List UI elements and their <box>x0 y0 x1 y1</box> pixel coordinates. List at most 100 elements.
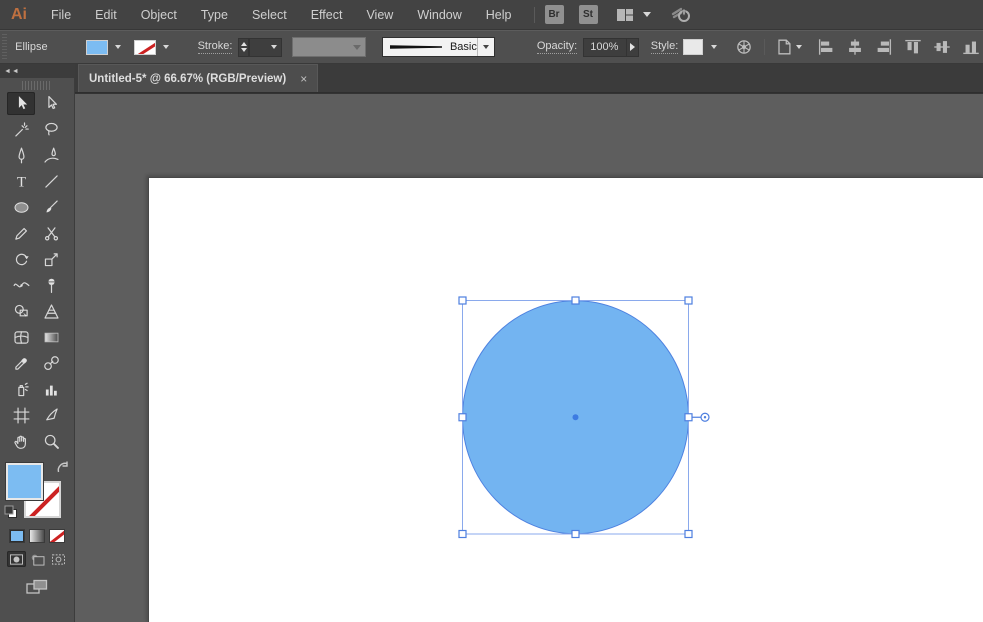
fill-color-swatch[interactable] <box>85 39 108 55</box>
stock-photos-button[interactable]: St <box>578 5 598 24</box>
default-fill-stroke-icon[interactable] <box>4 505 18 519</box>
recolor-artwork-button[interactable] <box>735 38 753 56</box>
stepper-up-icon[interactable] <box>240 42 247 46</box>
none-mode-button[interactable] <box>49 529 65 543</box>
hand-tool[interactable] <box>7 430 35 453</box>
scale-tool[interactable] <box>37 248 65 271</box>
gradient-mode-button[interactable] <box>29 529 45 543</box>
ellipse-tool[interactable] <box>7 196 35 219</box>
menu-item-file[interactable]: File <box>39 8 83 22</box>
eyedropper-tool[interactable] <box>7 352 35 375</box>
opacity-input[interactable]: 100% <box>583 37 628 57</box>
zoom-tool[interactable] <box>37 430 65 453</box>
align-right-button[interactable] <box>872 35 896 59</box>
rotate-tool[interactable] <box>7 248 35 271</box>
stroke-width-chevron-icon[interactable] <box>270 45 277 49</box>
menu-item-effect[interactable]: Effect <box>299 8 355 22</box>
fill-color-chevron-icon[interactable] <box>111 39 126 56</box>
tools-panel-header[interactable]: ◄◄ <box>0 64 74 78</box>
stroke-label[interactable]: Stroke: <box>197 40 233 54</box>
menu-item-help[interactable]: Help <box>474 8 524 22</box>
mesh-tool[interactable] <box>7 326 35 349</box>
screen-mode-icon <box>26 579 48 594</box>
menu-items: File Edit Object Type Select Effect View Window… <box>39 8 524 22</box>
brush-definition-value: Basic <box>449 41 477 53</box>
brush-definition-chevron-icon[interactable] <box>476 38 494 56</box>
align-vertical-center-button[interactable] <box>930 35 954 59</box>
stroke-width-combo[interactable] <box>248 37 282 57</box>
selection-tool[interactable] <box>7 92 35 115</box>
menu-item-view[interactable]: View <box>354 8 405 22</box>
stepper-down-icon[interactable] <box>240 48 247 52</box>
align-left-button[interactable] <box>814 35 838 59</box>
lasso-tool[interactable] <box>37 118 65 141</box>
stroke-profile-combo <box>291 37 366 57</box>
artboard[interactable] <box>148 177 983 622</box>
fill-proxy-swatch[interactable] <box>6 463 43 500</box>
style-chevron-icon[interactable] <box>706 39 721 56</box>
opacity-label[interactable]: Opacity: <box>536 40 578 54</box>
direct-selection-tool[interactable] <box>37 92 65 115</box>
control-bar-gripper[interactable] <box>2 34 8 60</box>
align-bottom-button[interactable] <box>959 35 983 59</box>
paintbrush-tool[interactable] <box>37 196 65 219</box>
bridge-button[interactable]: Br <box>544 5 564 24</box>
stroke-width-stepper[interactable] <box>238 37 249 57</box>
menu-item-object[interactable]: Object <box>129 8 189 22</box>
canvas[interactable] <box>75 93 983 622</box>
document-tab[interactable]: Untitled-5* @ 66.67% (RGB/Preview) × <box>78 64 319 92</box>
shape-builder-tool[interactable] <box>7 300 35 323</box>
align-top-icon <box>905 39 921 54</box>
align-horizontal-center-button[interactable] <box>843 35 867 59</box>
symbol-sprayer-tool[interactable] <box>7 378 35 401</box>
cs-live-icon[interactable] <box>669 5 693 25</box>
document-setup-button[interactable] <box>774 37 802 57</box>
style-swatch[interactable] <box>683 39 704 55</box>
drawing-mode-buttons <box>0 551 74 567</box>
stroke-color-swatch[interactable] <box>133 39 156 55</box>
blend-tool[interactable] <box>37 352 65 375</box>
document-setup-chevron-icon[interactable] <box>796 45 802 49</box>
draw-normal-button[interactable] <box>6 551 26 567</box>
paint-mode-buttons <box>0 529 74 543</box>
pencil-tool[interactable] <box>7 222 35 245</box>
align-vertical-center-icon <box>934 41 950 53</box>
color-wheel-icon <box>737 40 752 54</box>
tools-panel: ◄◄ T <box>0 64 75 622</box>
slice-tool[interactable] <box>37 404 65 427</box>
workspace-chevron-icon[interactable] <box>642 12 651 17</box>
opacity-expand-button[interactable] <box>627 37 639 57</box>
pen-tool[interactable] <box>7 144 35 167</box>
brush-definition-combo[interactable]: Basic <box>381 37 495 57</box>
menu-item-type[interactable]: Type <box>189 8 240 22</box>
align-top-button[interactable] <box>901 35 925 59</box>
stroke-color-chevron-icon[interactable] <box>159 39 174 56</box>
menu-item-window[interactable]: Window <box>405 8 473 22</box>
free-transform-tool[interactable] <box>37 274 65 297</box>
tools-panel-gripper[interactable] <box>22 81 52 90</box>
workspace-grid-icon <box>616 8 633 21</box>
gradient-tool[interactable] <box>37 326 65 349</box>
swap-fill-stroke-icon[interactable] <box>56 461 70 475</box>
menu-item-select[interactable]: Select <box>240 8 299 22</box>
scissors-tool[interactable] <box>37 222 65 245</box>
column-graph-tool[interactable] <box>37 378 65 401</box>
style-label[interactable]: Style: <box>650 40 679 54</box>
draw-behind-button[interactable] <box>28 551 47 567</box>
width-tool[interactable] <box>7 274 35 297</box>
menu-bar: Ai File Edit Object Type Select Effect View Win… <box>0 0 983 30</box>
line-segment-tool[interactable] <box>37 170 65 193</box>
menu-item-edit[interactable]: Edit <box>83 8 129 22</box>
tab-close-icon[interactable]: × <box>300 72 307 86</box>
align-controls <box>814 35 983 59</box>
magic-wand-tool[interactable] <box>7 118 35 141</box>
collapse-panel-icon[interactable]: ◄◄ <box>4 68 20 75</box>
curvature-tool[interactable] <box>37 144 65 167</box>
draw-inside-button[interactable] <box>49 551 68 567</box>
type-tool[interactable]: T <box>7 170 35 193</box>
perspective-grid-tool[interactable] <box>37 300 65 323</box>
change-screen-mode-button[interactable] <box>24 577 50 597</box>
workspace-switcher-icon[interactable] <box>615 6 635 24</box>
color-mode-button[interactable] <box>9 529 25 543</box>
artboard-tool[interactable] <box>7 404 35 427</box>
